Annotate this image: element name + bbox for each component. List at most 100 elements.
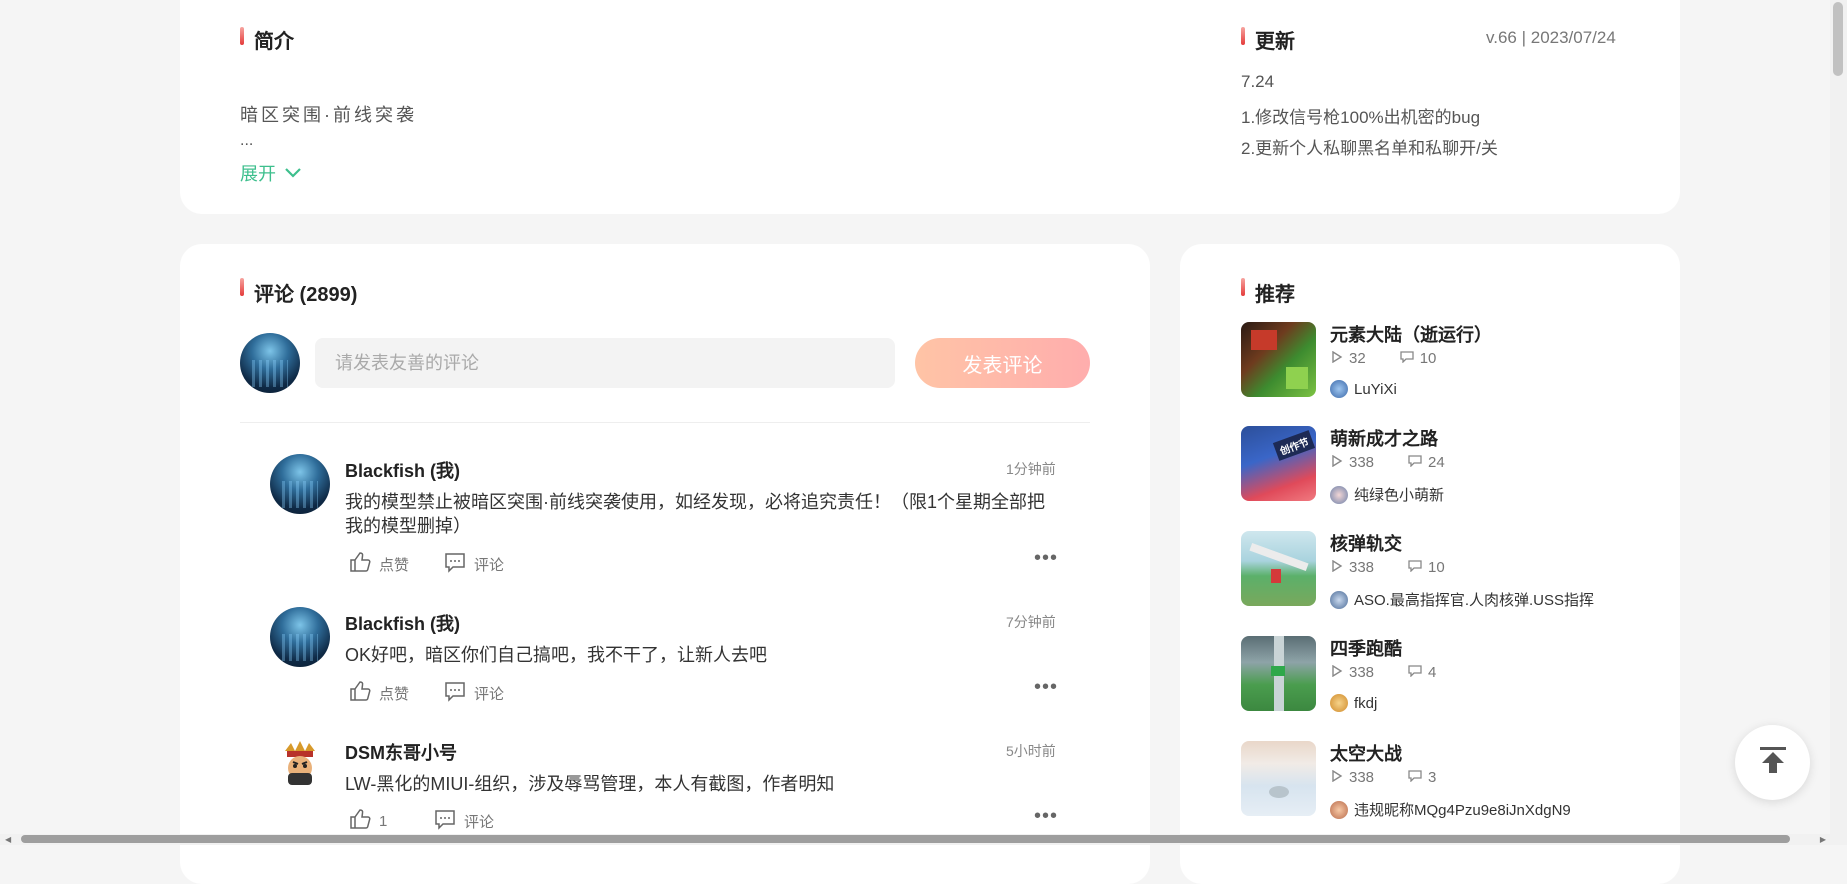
play-icon — [1331, 350, 1343, 367]
update-title-bar — [1241, 27, 1245, 45]
reply-label: 评论 — [464, 813, 495, 831]
thumbnail-label: 创作节 — [1272, 430, 1316, 461]
game-thumbnail[interactable] — [1241, 741, 1316, 816]
reply-button[interactable]: 评论 — [434, 808, 494, 834]
comment-count: 24 — [1428, 454, 1445, 471]
author-name: 纯绿色小萌新 — [1354, 487, 1445, 504]
comment-username[interactable]: DSM东哥小号 — [345, 739, 457, 765]
comment-time: 5小时前 — [1006, 743, 1056, 759]
play-count: 338 — [1349, 559, 1375, 576]
author-avatar — [1330, 800, 1348, 819]
play-icon — [1331, 664, 1343, 681]
thumbs-up-icon — [349, 551, 371, 577]
more-options-icon[interactable]: ••• — [1034, 805, 1058, 828]
expand-label: 展开 — [240, 164, 276, 184]
samurai-avatar-icon — [285, 741, 315, 785]
update-line: 1.修改信号枪100%出机密的bug — [1241, 108, 1481, 127]
update-line: 2.更新个人私聊黑名单和私聊开/关 — [1241, 139, 1498, 158]
comment-count: 10 — [1428, 559, 1445, 576]
more-options-icon[interactable]: ••• — [1034, 676, 1058, 699]
play-icon — [1331, 769, 1343, 786]
game-stats: 338 10 — [1331, 559, 1445, 576]
game-title[interactable]: 太空大战 — [1330, 740, 1402, 766]
thumbs-up-icon — [349, 680, 371, 706]
update-version: v.66 | 2023/07/24 — [1486, 28, 1616, 47]
comment-username[interactable]: Blackfish (我) — [345, 610, 460, 636]
comment-username[interactable]: Blackfish (我) — [345, 457, 460, 483]
reply-label: 评论 — [474, 685, 505, 703]
comment-text: 我的模型禁止被暗区突围·前线突袭使用，如经发现，必将追究责任！（限1个星期全部把… — [345, 492, 1046, 536]
comment-icon — [1408, 769, 1422, 786]
author-name: 违规昵称MQg4Pzu9e8iJnXdgN9 — [1354, 802, 1571, 819]
thumbs-up-icon — [349, 808, 371, 834]
comment-input[interactable] — [315, 338, 895, 388]
game-author[interactable]: 违规昵称MQg4Pzu9e8iJnXdgN9 — [1330, 799, 1571, 820]
game-author[interactable]: 纯绿色小萌新 — [1330, 484, 1444, 505]
author-avatar — [1330, 380, 1348, 398]
recommend-title: 推荐 — [1255, 284, 1295, 306]
game-title[interactable]: 萌新成才之路 — [1330, 425, 1438, 451]
comment-icon — [444, 680, 466, 706]
play-icon — [1331, 454, 1343, 471]
game-title[interactable]: 四季跑酷 — [1330, 635, 1402, 661]
game-thumbnail[interactable] — [1241, 531, 1316, 606]
comment-icon — [1408, 664, 1422, 681]
vertical-scrollbar-thumb[interactable] — [1833, 2, 1843, 76]
reply-label: 评论 — [474, 556, 505, 574]
update-line: 7.24 — [1241, 72, 1275, 91]
game-stats: 338 3 — [1331, 769, 1436, 786]
recommend-title-bar — [1241, 278, 1245, 296]
author-name: LuYiXi — [1354, 380, 1397, 398]
comment-text: LW-黑化的MIUI-组织，涉及辱骂管理，本人有截图，作者明知 — [345, 774, 835, 794]
comment-time: 1分钟前 — [1006, 461, 1056, 477]
my-avatar — [240, 333, 300, 393]
author-avatar — [1330, 590, 1348, 609]
game-author[interactable]: LuYiXi — [1330, 380, 1397, 398]
back-to-top-button[interactable] — [1735, 725, 1810, 800]
comments-title: 评论 (2899) — [254, 284, 358, 306]
scroll-right-icon[interactable]: ▶ — [1820, 835, 1826, 844]
intro-ellipsis: ... — [240, 132, 254, 149]
game-thumbnail[interactable]: 创作节 — [1241, 426, 1316, 501]
vertical-scrollbar[interactable] — [1830, 0, 1847, 845]
author-avatar — [1330, 694, 1348, 712]
avatar[interactable] — [270, 607, 330, 667]
scroll-left-icon[interactable]: ◀ — [5, 835, 11, 844]
game-author[interactable]: fkdj — [1330, 694, 1377, 712]
game-thumbnail[interactable] — [1241, 636, 1316, 711]
play-count: 338 — [1349, 454, 1375, 471]
comment-time: 7分钟前 — [1006, 614, 1056, 630]
more-options-icon[interactable]: ••• — [1034, 547, 1058, 570]
chevron-down-icon — [284, 163, 302, 184]
comment-count: 3 — [1428, 769, 1437, 786]
game-stats: 338 4 — [1331, 664, 1436, 681]
avatar[interactable] — [270, 454, 330, 514]
game-thumbnail[interactable] — [1241, 322, 1316, 397]
game-title[interactable]: 元素大陆（逝运行） — [1330, 321, 1492, 347]
like-label: 点赞 — [379, 556, 410, 574]
like-button[interactable]: 点赞 — [349, 680, 409, 706]
post-comment-button[interactable]: 发表评论 — [915, 338, 1090, 388]
horizontal-scrollbar[interactable]: ◀ ▶ — [0, 834, 1830, 845]
horizontal-scrollbar-thumb[interactable] — [21, 835, 1790, 843]
play-icon — [1331, 559, 1343, 576]
comment-count: 4 — [1428, 664, 1437, 681]
author-name: fkdj — [1354, 694, 1378, 712]
intro-title: 简介 — [254, 31, 294, 53]
avatar[interactable] — [275, 737, 325, 787]
game-stats: 32 10 — [1331, 350, 1436, 367]
play-count: 338 — [1349, 664, 1375, 681]
play-count: 32 — [1349, 350, 1366, 367]
comment-icon — [444, 551, 466, 577]
comments-title-bar — [240, 278, 244, 296]
comments-divider — [240, 422, 1090, 423]
like-button[interactable]: 点赞 — [349, 551, 409, 577]
like-button[interactable]: 1 — [349, 808, 387, 834]
expand-button[interactable]: 展开 — [240, 160, 302, 186]
like-count: 1 — [379, 812, 388, 830]
game-title[interactable]: 核弹轨交 — [1330, 530, 1402, 556]
game-author[interactable]: ASO.最高指挥官.人肉核弹.USS指挥 — [1330, 589, 1594, 610]
author-name: ASO.最高指挥官.人肉核弹.USS指挥 — [1354, 592, 1595, 609]
reply-button[interactable]: 评论 — [444, 680, 504, 706]
reply-button[interactable]: 评论 — [444, 551, 504, 577]
